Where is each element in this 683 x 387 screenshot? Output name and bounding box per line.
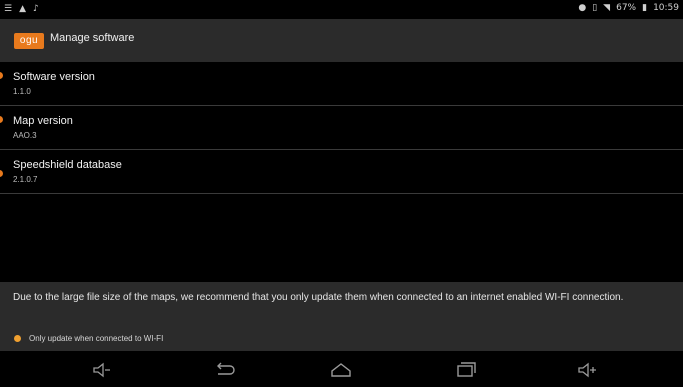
recents-icon[interactable] (446, 360, 486, 380)
wifi-only-checkbox[interactable]: Only update when connected to WI-FI (14, 334, 163, 343)
highlight-marker (0, 170, 3, 177)
item-value: 1.1.0 (13, 87, 31, 96)
wifi-icon: ◥ (603, 3, 611, 13)
upload-icon: ▲ (19, 4, 26, 14)
menu-icon: ☰ (4, 4, 13, 14)
action-bar: ogu Manage software (0, 19, 683, 62)
navigation-bar (0, 351, 683, 387)
item-value: 2.1.0.7 (13, 175, 38, 184)
notification-icons: ☰ ▲ ♪ (4, 4, 39, 14)
home-icon[interactable] (321, 360, 361, 380)
page-title: Manage software (50, 32, 135, 44)
highlight-marker (0, 116, 3, 123)
notification-icon: ♪ (33, 4, 39, 14)
highlight-marker (0, 72, 3, 79)
location-icon: ● (578, 3, 587, 13)
volume-up-icon[interactable] (568, 360, 608, 380)
update-notice: Due to the large file size of the maps, … (13, 292, 624, 303)
software-version-item[interactable]: Software version 1.1.0 (0, 62, 683, 106)
battery-icon: ▮ (642, 3, 648, 13)
map-version-item[interactable]: Map version AAO.3 (0, 106, 683, 150)
app-logo[interactable]: ogu (14, 33, 44, 49)
item-value: AAO.3 (13, 131, 37, 140)
system-status: ● ▯ ◥ 67% ▮ 10:59 (578, 3, 679, 13)
update-settings-panel: Due to the large file size of the maps, … (0, 282, 683, 351)
software-list: Software version 1.1.0 Map version AAO.3… (0, 62, 683, 194)
item-title: Map version (13, 115, 73, 127)
sim-icon: ▯ (592, 3, 598, 13)
status-bar: ☰ ▲ ♪ ● ▯ ◥ 67% ▮ 10:59 (0, 0, 683, 19)
checkbox-label: Only update when connected to WI-FI (29, 334, 164, 343)
item-title: Software version (13, 71, 95, 83)
checkbox-indicator-icon[interactable] (14, 335, 21, 342)
clock: 10:59 (653, 3, 679, 13)
battery-percent: 67% (616, 3, 637, 13)
speedshield-database-item[interactable]: Speedshield database 2.1.0.7 (0, 150, 683, 194)
back-icon[interactable] (205, 360, 245, 380)
item-title: Speedshield database (13, 159, 122, 171)
volume-down-icon[interactable] (82, 360, 122, 380)
